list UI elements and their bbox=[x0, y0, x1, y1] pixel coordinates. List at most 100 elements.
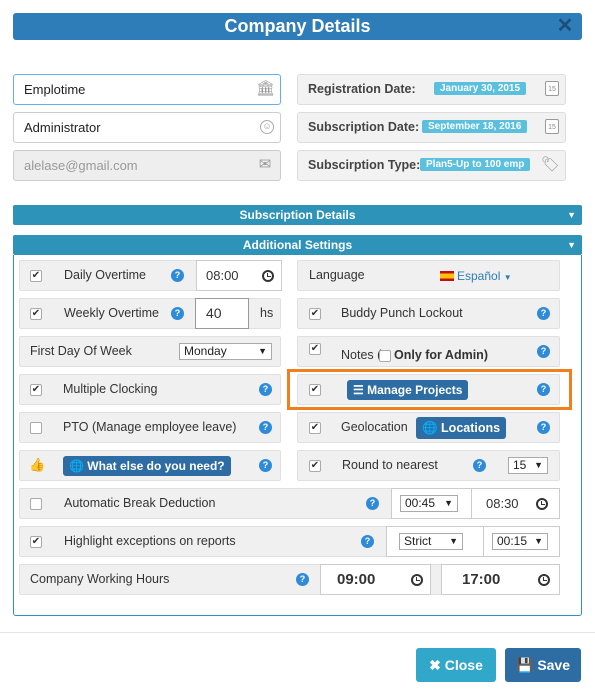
notes-checkbox[interactable]: ✔ bbox=[309, 343, 321, 355]
auto-break-label: Automatic Break Deduction bbox=[64, 496, 216, 510]
email-value: alelase@gmail.com bbox=[24, 158, 138, 173]
working-hours-end-value: 17:00 bbox=[462, 571, 501, 588]
type-label: Subscirption Type: bbox=[308, 158, 421, 172]
floppy-icon: 💾 bbox=[515, 657, 538, 673]
help-icon[interactable]: ? bbox=[171, 269, 184, 282]
close-icon[interactable]: ✕ bbox=[554, 13, 576, 40]
what-else-label: What else do you need? bbox=[87, 459, 225, 473]
daily-time-value: 08:00 bbox=[206, 268, 239, 283]
calendar-icon[interactable]: 15 bbox=[545, 119, 559, 134]
first-day-row: First Day Of Week Monday ▼ bbox=[19, 336, 281, 367]
subscription-badge: September 18, 2016 bbox=[422, 120, 528, 133]
highlight-row: ✔ Highlight exceptions on reports ? Stri… bbox=[19, 526, 560, 557]
highlight-checkbox[interactable]: ✔ bbox=[30, 536, 42, 548]
highlight-time-value: 00:15 bbox=[497, 534, 528, 548]
registration-date-row: Registration Date: January 30, 2015 15 bbox=[297, 74, 566, 105]
working-hours-start-value: 09:00 bbox=[337, 571, 376, 588]
additional-settings-bar[interactable]: Additional Settings ▼ bbox=[13, 235, 582, 255]
globe-icon: 🌐 bbox=[422, 421, 442, 435]
round-checkbox[interactable]: ✔ bbox=[309, 460, 321, 472]
close-label: Close bbox=[444, 657, 483, 673]
save-button[interactable]: 💾 Save bbox=[505, 648, 581, 682]
weekly-overtime-row: ✔ Weekly Overtime ? 40 hs bbox=[19, 298, 281, 329]
round-select[interactable]: 15 ▼ bbox=[508, 457, 548, 474]
modal-title: Company Details bbox=[224, 16, 371, 36]
highlight-label: Highlight exceptions on reports bbox=[64, 534, 236, 548]
admin-only-label: Only for Admin) bbox=[394, 348, 488, 362]
help-icon[interactable]: ? bbox=[537, 421, 550, 434]
help-icon[interactable]: ? bbox=[171, 307, 184, 320]
multiple-clocking-checkbox[interactable]: ✔ bbox=[30, 384, 42, 396]
footer-divider bbox=[0, 632, 595, 633]
what-else-button[interactable]: 🌐 What else do you need? bbox=[63, 456, 231, 476]
calendar-icon[interactable]: 15 bbox=[545, 81, 559, 96]
weekly-unit: hs bbox=[260, 306, 274, 320]
help-icon[interactable]: ? bbox=[259, 459, 272, 472]
tag-icon: 🏷 bbox=[541, 156, 561, 173]
daily-overtime-checkbox[interactable]: ✔ bbox=[30, 270, 42, 282]
save-label: Save bbox=[537, 657, 571, 673]
company-name-field[interactable]: Emplotime 🏛 bbox=[13, 74, 281, 105]
round-row: ✔ Round to nearest ? 15 ▼ bbox=[297, 450, 560, 481]
admin-only-checkbox[interactable] bbox=[379, 350, 391, 362]
help-icon[interactable]: ? bbox=[361, 535, 374, 548]
highlight-time-select[interactable]: 00:15 ▼ bbox=[492, 533, 548, 550]
clock-icon bbox=[538, 574, 550, 586]
caret-down-icon: ▼ bbox=[449, 536, 458, 546]
help-icon[interactable]: ? bbox=[537, 345, 550, 358]
help-icon[interactable]: ? bbox=[473, 459, 486, 472]
email-field[interactable]: alelase@gmail.com ✉ bbox=[13, 150, 281, 181]
notes-row: ✔ Notes ( Only for Admin) ? bbox=[297, 336, 560, 367]
buddy-punch-checkbox[interactable]: ✔ bbox=[309, 308, 321, 320]
weekly-overtime-checkbox[interactable]: ✔ bbox=[30, 308, 42, 320]
locations-label: Locations bbox=[441, 421, 501, 435]
pto-checkbox[interactable] bbox=[30, 422, 42, 434]
multiple-clocking-label: Multiple Clocking bbox=[63, 382, 158, 396]
auto-break-time-value: 08:30 bbox=[486, 496, 519, 511]
working-hours-row: Company Working Hours ? 09:00 17:00 bbox=[19, 564, 560, 595]
thumbs-up-icon: 👍 bbox=[29, 457, 46, 472]
registration-badge: January 30, 2015 bbox=[434, 82, 527, 95]
help-icon[interactable]: ? bbox=[296, 573, 309, 586]
bank-icon: 🏛 bbox=[256, 80, 276, 97]
company-name-value: Emplotime bbox=[24, 82, 86, 97]
daily-overtime-label: Daily Overtime bbox=[64, 268, 146, 282]
help-icon[interactable]: ? bbox=[259, 421, 272, 434]
clock-icon bbox=[411, 574, 423, 586]
geolocation-label: Geolocation bbox=[341, 420, 408, 434]
weekly-hours-input[interactable]: 40 bbox=[195, 298, 249, 329]
auto-break-duration-select[interactable]: 00:45 ▼ bbox=[400, 495, 458, 512]
buddy-punch-row: ✔ Buddy Punch Lockout ? bbox=[297, 298, 560, 329]
subscription-date-row: Subscription Date: September 18, 2016 15 bbox=[297, 112, 566, 143]
role-field[interactable]: Administrator ☺ bbox=[13, 112, 281, 143]
role-value: Administrator bbox=[24, 120, 101, 135]
highlight-mode-box: Strict ▼ bbox=[386, 526, 484, 557]
caret-down-icon: ▼ bbox=[258, 346, 267, 356]
subscription-details-bar[interactable]: Subscription Details ▼ bbox=[13, 205, 582, 225]
close-button[interactable]: ✖ Close bbox=[416, 648, 496, 682]
locations-button[interactable]: 🌐 Locations bbox=[416, 417, 507, 439]
auto-break-checkbox[interactable] bbox=[30, 498, 42, 510]
highlight-mode-select[interactable]: Strict ▼ bbox=[399, 533, 463, 550]
auto-break-duration-box: 00:45 ▼ bbox=[391, 488, 472, 519]
subscription-label: Subscription Date: bbox=[308, 120, 420, 134]
pto-label: PTO (Manage employee leave) bbox=[63, 420, 237, 434]
working-hours-end-input[interactable]: 17:00 bbox=[441, 564, 560, 595]
daily-overtime-row: ✔ Daily Overtime ? 08:00 bbox=[19, 260, 282, 291]
type-badge: Plan5-Up to 100 emp bbox=[420, 158, 531, 171]
help-icon[interactable]: ? bbox=[537, 307, 550, 320]
registration-label: Registration Date: bbox=[308, 82, 416, 96]
weekly-overtime-label: Weekly Overtime bbox=[64, 306, 159, 320]
first-day-label: First Day Of Week bbox=[30, 344, 132, 358]
language-dropdown[interactable]: Español ▼ bbox=[457, 261, 512, 293]
notes-label: Notes ( bbox=[341, 348, 382, 362]
working-hours-start-input[interactable]: 09:00 bbox=[320, 564, 431, 595]
envelope-icon: ✉ bbox=[258, 156, 272, 173]
first-day-select[interactable]: Monday ▼ bbox=[179, 343, 272, 360]
working-hours-label: Company Working Hours bbox=[30, 572, 170, 586]
help-icon[interactable]: ? bbox=[366, 497, 379, 510]
auto-break-time-input[interactable]: 08:30 bbox=[471, 488, 560, 519]
daily-time-input[interactable]: 08:00 bbox=[196, 260, 282, 291]
geolocation-checkbox[interactable]: ✔ bbox=[309, 422, 321, 434]
help-icon[interactable]: ? bbox=[259, 383, 272, 396]
